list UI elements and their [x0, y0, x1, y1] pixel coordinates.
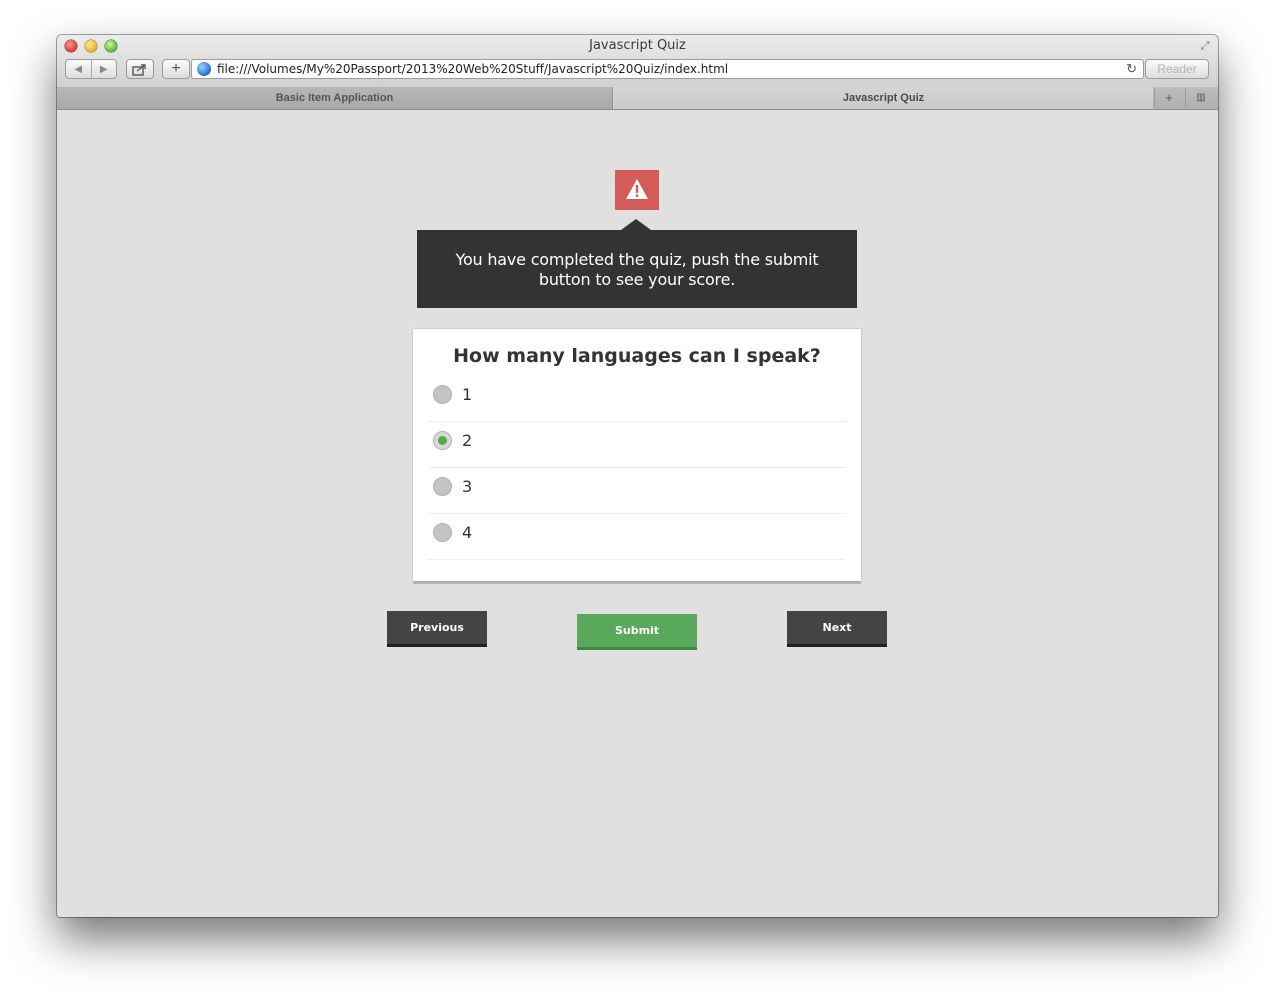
- tab-bar: Basic Item Application Javascript Quiz +…: [57, 87, 1218, 110]
- answer-label: 4: [462, 523, 473, 542]
- back-icon[interactable]: ◀: [66, 64, 91, 75]
- reader-button[interactable]: Reader: [1145, 59, 1209, 79]
- address-bar[interactable]: file:///Volumes/My%20Passport/2013%20Web…: [191, 59, 1144, 79]
- plus-icon: +: [171, 60, 181, 77]
- answer-radio[interactable]: [433, 523, 452, 542]
- submit-button[interactable]: Submit: [577, 614, 697, 650]
- reload-icon[interactable]: ↻: [1126, 61, 1137, 77]
- answer-radio-selected[interactable]: [433, 431, 452, 450]
- page-content: You have completed the quiz, push the su…: [57, 110, 1218, 917]
- window-title: Javascript Quiz: [589, 38, 686, 53]
- tab-basic-item-application[interactable]: Basic Item Application: [57, 87, 613, 109]
- tab-javascript-quiz[interactable]: Javascript Quiz: [613, 87, 1153, 109]
- previous-button[interactable]: Previous: [387, 611, 487, 647]
- globe-icon: [197, 62, 211, 76]
- warning-triangle-icon: [626, 179, 648, 199]
- question-card: How many languages can I speak? 1 2 3 4: [413, 329, 861, 581]
- fullscreen-icon[interactable]: ⤢: [1198, 39, 1212, 53]
- new-tab-icon[interactable]: +: [1154, 88, 1183, 107]
- answer-label: 1: [462, 385, 473, 404]
- add-bookmark-button[interactable]: +: [162, 59, 190, 79]
- answer-label: 2: [462, 431, 473, 450]
- question-title: How many languages can I speak?: [453, 345, 821, 367]
- share-icon: [132, 63, 146, 76]
- forward-icon[interactable]: ▶: [92, 64, 117, 75]
- answer-option[interactable]: 4: [428, 514, 846, 560]
- answer-radio[interactable]: [433, 385, 452, 404]
- answer-option[interactable]: 2: [428, 422, 846, 468]
- browser-window: Javascript Quiz ⤢ ◀ ▶ + file:///Volumes/…: [57, 35, 1218, 917]
- answer-radio[interactable]: [433, 477, 452, 496]
- completion-message: You have completed the quiz, push the su…: [417, 230, 857, 308]
- share-button[interactable]: [126, 59, 154, 79]
- back-forward-group: ◀ ▶: [65, 59, 117, 79]
- title-bar: Javascript Quiz ⤢ ◀ ▶ + file:///Volumes/…: [57, 35, 1218, 88]
- answer-label: 3: [462, 477, 473, 496]
- tab-overview-icon[interactable]: ▥: [1185, 88, 1216, 107]
- url-text: file:///Volumes/My%20Passport/2013%20Web…: [217, 62, 729, 76]
- warning-icon: [615, 170, 659, 210]
- answer-option[interactable]: 1: [428, 376, 846, 422]
- answer-option[interactable]: 3: [428, 468, 846, 514]
- next-button[interactable]: Next: [787, 611, 887, 647]
- tooltip-arrow: [621, 219, 651, 230]
